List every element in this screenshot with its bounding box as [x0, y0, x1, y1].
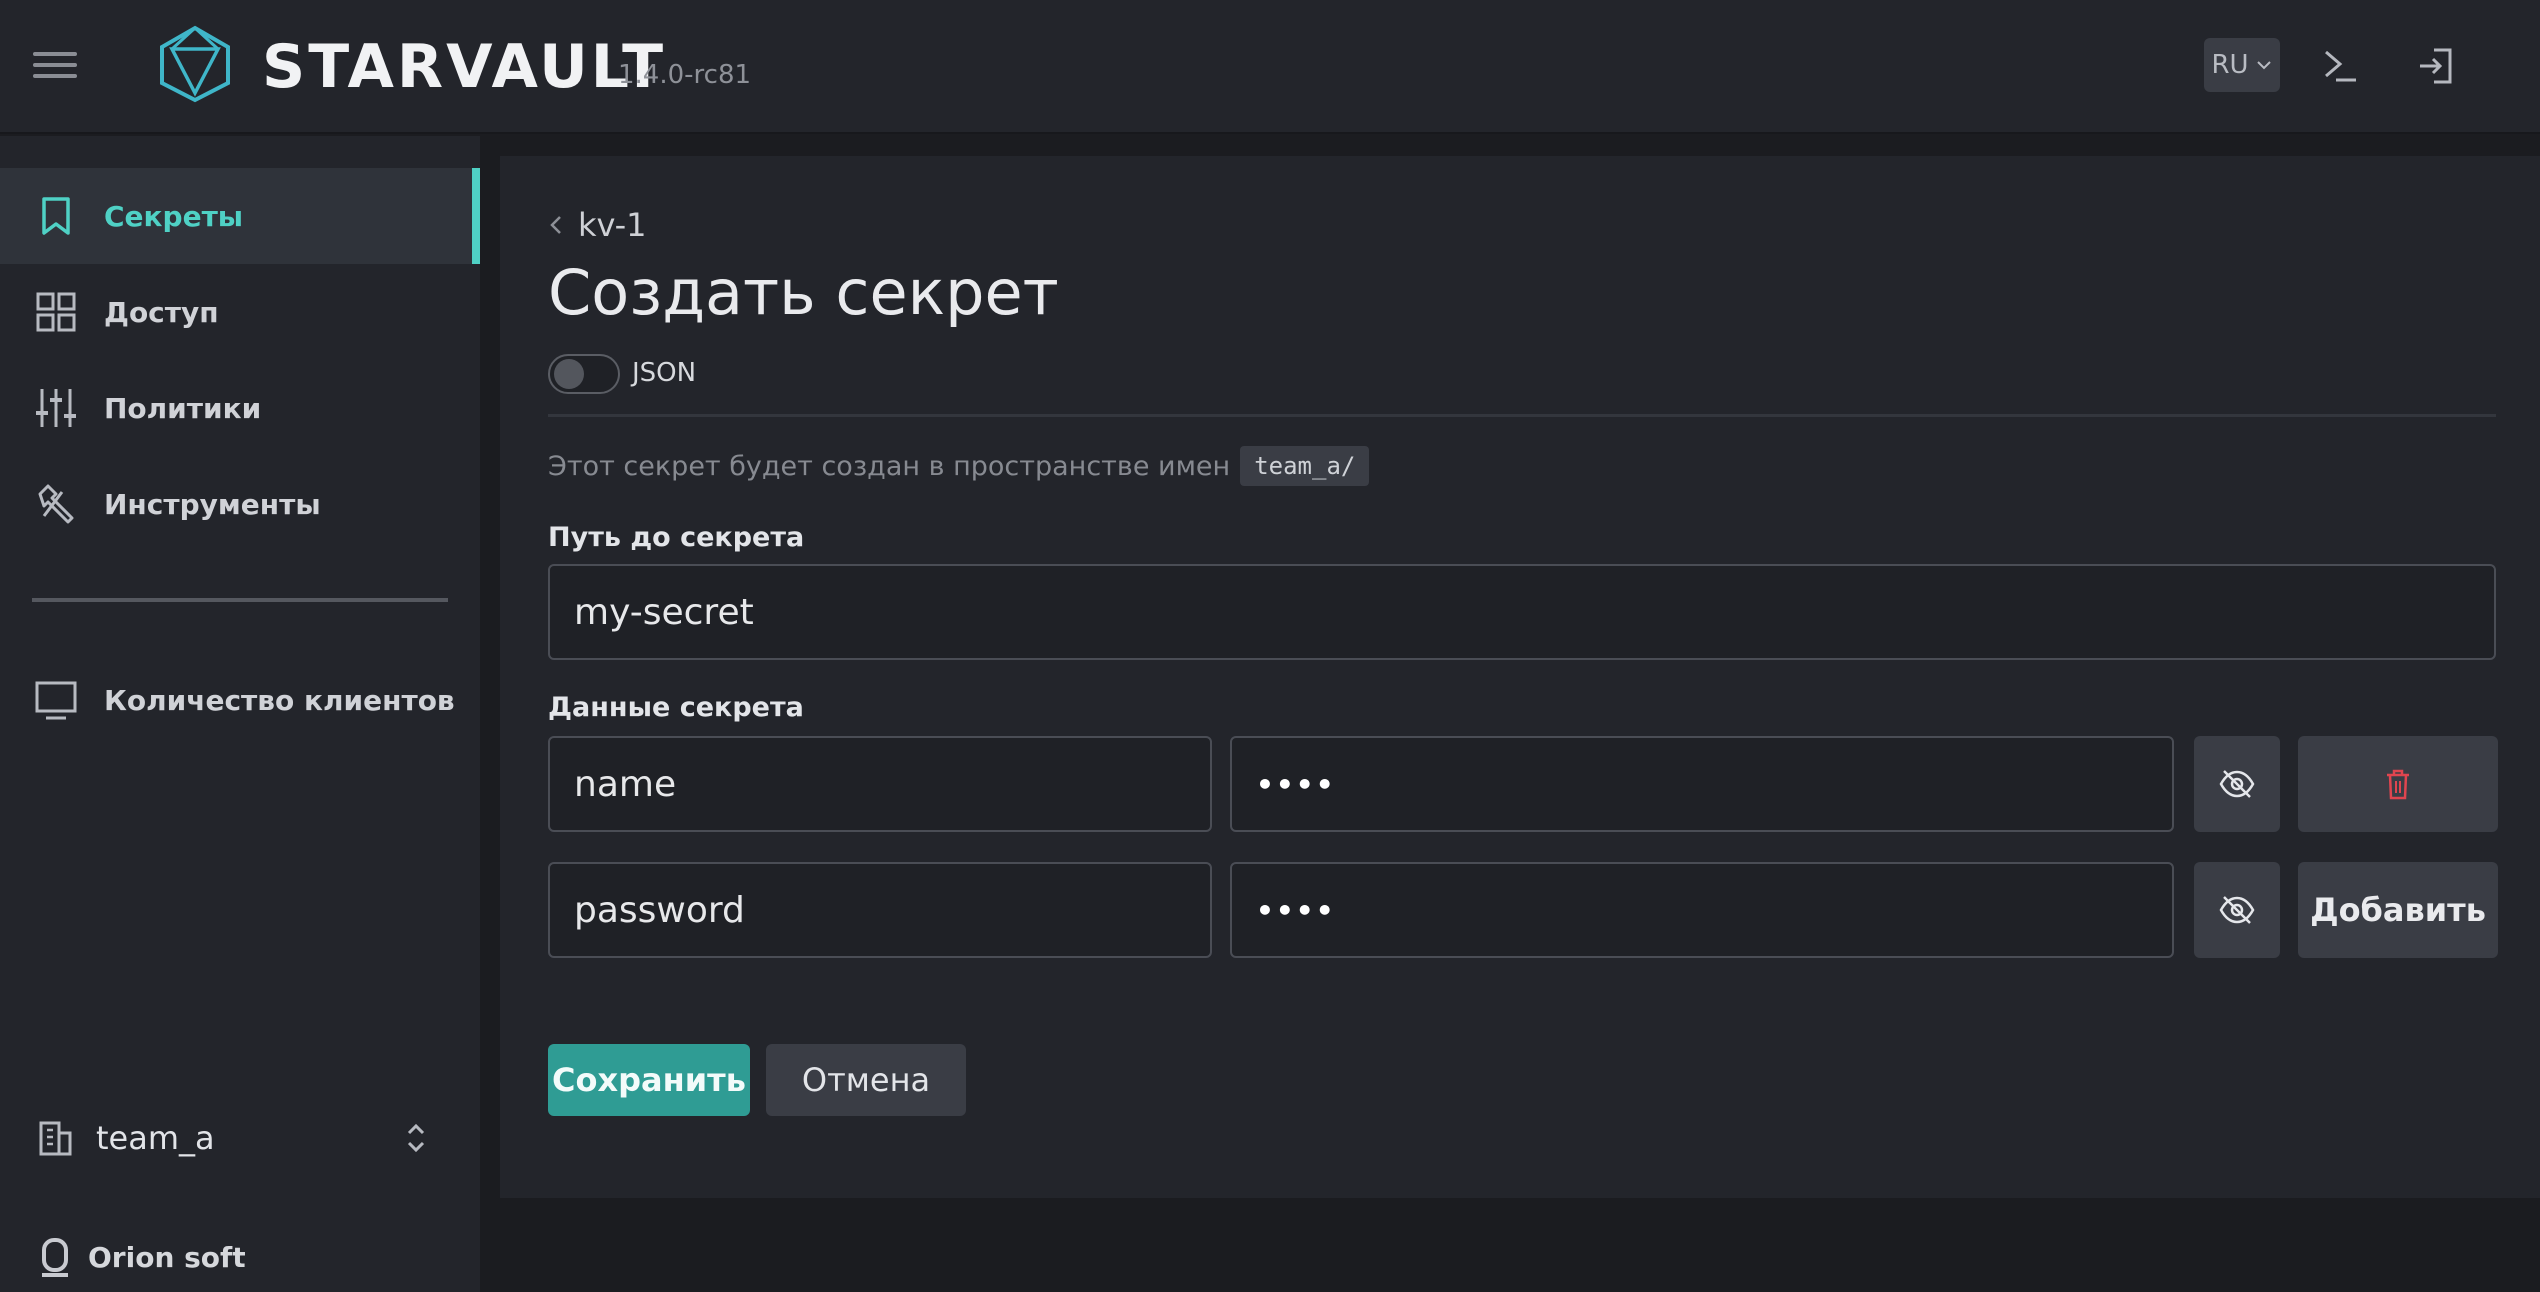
logo-icon: [160, 25, 230, 103]
path-label: Путь до секрета: [548, 522, 805, 553]
language-select[interactable]: RU: [2204, 38, 2280, 92]
namespace-note-text: Этот секрет будет создан в пространстве …: [548, 450, 1231, 482]
grid-icon: [36, 292, 76, 332]
chevron-down-icon: [2256, 61, 2271, 70]
secret-key-input[interactable]: password: [548, 862, 1212, 958]
toggle-visibility-button[interactable]: [2194, 736, 2280, 832]
sidebar-item-secrets[interactable]: Секреты: [0, 168, 480, 264]
secret-value-input[interactable]: ••••: [1230, 736, 2174, 832]
secret-value-input[interactable]: ••••: [1230, 862, 2174, 958]
chevron-left-icon: [550, 216, 561, 234]
tools-icon: [38, 484, 74, 524]
namespace-note: Этот секрет будет создан в пространстве …: [548, 446, 1370, 486]
building-icon: [39, 1121, 72, 1156]
namespace-value: team_a: [96, 1119, 215, 1157]
sidebar-item-label: Доступ: [104, 295, 219, 329]
sidebar-item-policies[interactable]: Политики: [0, 360, 480, 456]
toggle-knob: [554, 359, 584, 389]
namespace-tag: team_a/: [1240, 446, 1370, 486]
company-footer: Orion soft: [36, 1236, 246, 1278]
breadcrumb[interactable]: kv-1: [548, 206, 647, 244]
delete-icon: [2387, 769, 2409, 800]
sidebar-item-label: Политики: [104, 391, 262, 425]
sidebar-item-access[interactable]: Доступ: [0, 264, 480, 360]
chevron-up-down-icon: [407, 1123, 425, 1153]
top-bar: STARVAULT 1.4.0-rc81 RU: [0, 0, 2540, 134]
eye-off-icon: [2219, 770, 2255, 798]
terminal-icon[interactable]: [2318, 44, 2362, 88]
namespace-select[interactable]: team_a: [36, 1108, 436, 1168]
save-button[interactable]: Сохранить: [548, 1044, 750, 1116]
secret-key-input[interactable]: name: [548, 736, 1212, 832]
main-panel: kv-1 Создать секрет JSON Этот секрет буд…: [500, 156, 2540, 1198]
section-divider: [548, 414, 2496, 417]
company-logo-icon: [42, 1238, 68, 1277]
sidebar-item-tools[interactable]: Инструменты: [0, 456, 480, 552]
sidebar-item-label: Инструменты: [104, 487, 321, 521]
eye-off-icon: [2219, 896, 2255, 924]
secret-data-label: Данные секрета: [548, 692, 804, 723]
sidebar-item-label: Секреты: [104, 199, 244, 233]
cancel-button[interactable]: Отмена: [766, 1044, 966, 1116]
page-title: Создать секрет: [548, 256, 1059, 329]
bookmark-icon: [42, 197, 70, 235]
path-input[interactable]: my-secret: [548, 564, 2496, 660]
toggle-visibility-button[interactable]: [2194, 862, 2280, 958]
json-toggle-label: JSON: [632, 358, 697, 388]
sidebar-item-client-count[interactable]: Количество клиентов: [0, 652, 480, 748]
sliders-icon: [36, 389, 76, 427]
company-name: Orion soft: [88, 1240, 246, 1274]
sidebar: Секреты Доступ Политики Инструменты Коли…: [0, 136, 480, 1292]
sidebar-divider: [32, 598, 448, 602]
monitor-icon: [35, 681, 77, 720]
brand-name: STARVAULT: [262, 32, 667, 102]
version-label: 1.4.0-rc81: [618, 60, 752, 90]
add-row-button[interactable]: Добавить: [2298, 862, 2498, 958]
delete-row-button[interactable]: [2298, 736, 2498, 832]
menu-icon[interactable]: [33, 52, 77, 82]
logout-icon[interactable]: [2414, 44, 2458, 88]
breadcrumb-link[interactable]: kv-1: [578, 206, 647, 244]
language-value: RU: [2211, 50, 2249, 80]
json-toggle[interactable]: [548, 354, 620, 394]
sidebar-item-label: Количество клиентов: [104, 683, 455, 717]
